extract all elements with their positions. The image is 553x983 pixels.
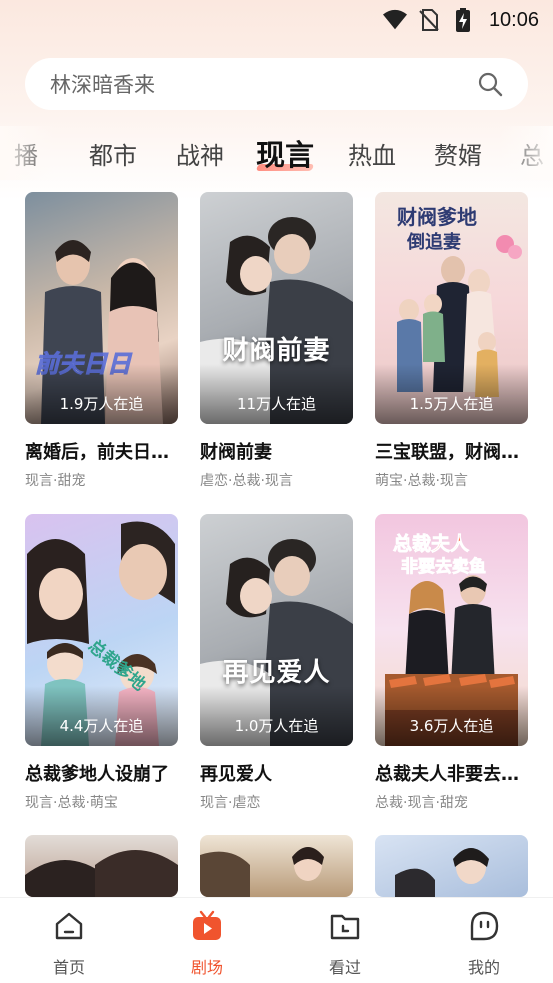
viewer-count: 1.9万人在追 [59, 395, 144, 413]
svg-text:倒追妻: 倒追妻 [406, 231, 461, 253]
bottom-nav: 首页 剧场 看过 我的 [0, 897, 553, 983]
drama-tags: 现言·甜宠 [25, 473, 86, 489]
drama-tags: 总裁·现言·甜宠 [375, 795, 468, 811]
profile-face-icon [470, 911, 499, 941]
search-placeholder[interactable]: 林深暗香来 [50, 69, 476, 99]
drama-cover[interactable] [25, 835, 178, 897]
cover-title-text: 财阀前妻 [222, 336, 331, 366]
drama-title[interactable]: 三宝联盟，财阀… [375, 438, 535, 464]
tabs-fade-right [498, 126, 553, 180]
battery-charging-icon [451, 8, 475, 32]
drama-cover[interactable] [375, 835, 528, 897]
nav-label: 我的 [467, 958, 500, 977]
svg-text:总裁夫人: 总裁夫人 [393, 532, 470, 555]
drama-tags: 现言·虐恋 [200, 795, 261, 811]
nav-home[interactable]: 首页 [19, 898, 119, 983]
drama-cover[interactable]: 前夫日日 1.9万人在追 [25, 192, 178, 424]
drama-cover[interactable]: 再见爱人 1.0万人在追 [200, 514, 353, 746]
no-sim-icon [417, 8, 441, 32]
svg-text:非要去卖鱼: 非要去卖鱼 [401, 556, 486, 577]
drama-title[interactable]: 离婚后，前夫日… [25, 438, 185, 464]
drama-tags: 萌宝·总裁·现言 [375, 473, 468, 489]
drama-cover[interactable]: 总裁夫人 非要去卖鱼 3.6万人在追 [375, 514, 528, 746]
tab-dushi[interactable]: 都市 [89, 136, 137, 171]
nav-profile[interactable]: 我的 [434, 898, 534, 983]
nav-label: 首页 [52, 958, 85, 977]
category-tabs: 播 都市 战神 现言 热血 赘婿 总 [0, 126, 553, 180]
drama-cover[interactable]: 总裁爹地 4.4万人在追 [25, 514, 178, 746]
drama-tags: 现言·总裁·萌宝 [25, 795, 118, 811]
home-icon [55, 912, 83, 940]
viewer-count: 1.5万人在追 [409, 395, 494, 413]
viewer-count: 1.0万人在追 [234, 717, 319, 735]
drama-title[interactable]: 总裁夫人非要去… [375, 760, 535, 786]
search-icon[interactable] [476, 70, 504, 98]
nav-theater[interactable]: 剧场 [157, 898, 257, 983]
nav-label: 剧场 [190, 958, 223, 977]
tab-rexue[interactable]: 热血 [348, 136, 396, 171]
drama-title[interactable]: 总裁爹地人设崩了 [25, 760, 185, 786]
drama-title[interactable]: 再见爱人 [200, 760, 360, 786]
tab-zhuixu[interactable]: 赘婿 [434, 136, 482, 171]
cover-art-figures [200, 847, 324, 897]
drama-title[interactable]: 财阀前妻 [200, 438, 360, 464]
drama-cover[interactable] [200, 835, 353, 897]
cover-title-text: 再见爱人 [222, 658, 331, 688]
tabs-fade-left [0, 126, 55, 180]
drama-cover[interactable]: 财阀爹地 倒追妻 1.5万人在追 [375, 192, 528, 424]
cover-art-figures [25, 850, 178, 897]
status-bar: 10:06 [0, 0, 553, 40]
viewer-count: 4.4万人在追 [59, 717, 144, 735]
drama-cover[interactable]: 财阀前妻 11万人在追 [200, 192, 353, 424]
tab-xianyan[interactable]: 现言 [256, 132, 314, 174]
theater-play-icon [193, 910, 221, 940]
wifi-icon [382, 8, 407, 32]
history-folder-icon [330, 914, 360, 940]
tab-zhanshen[interactable]: 战神 [176, 136, 224, 171]
nav-label: 看过 [328, 958, 361, 977]
drama-tags: 虐恋·总裁·现言 [200, 473, 293, 489]
search-bar[interactable]: 林深暗香来 [25, 58, 528, 110]
viewer-count: 3.6万人在追 [409, 717, 494, 735]
viewer-count: 11万人在追 [236, 395, 317, 413]
nav-history[interactable]: 看过 [295, 898, 395, 983]
cover-art-figures [395, 848, 489, 897]
svg-text:财阀爹地: 财阀爹地 [397, 205, 477, 229]
status-time: 10:06 [488, 8, 539, 31]
